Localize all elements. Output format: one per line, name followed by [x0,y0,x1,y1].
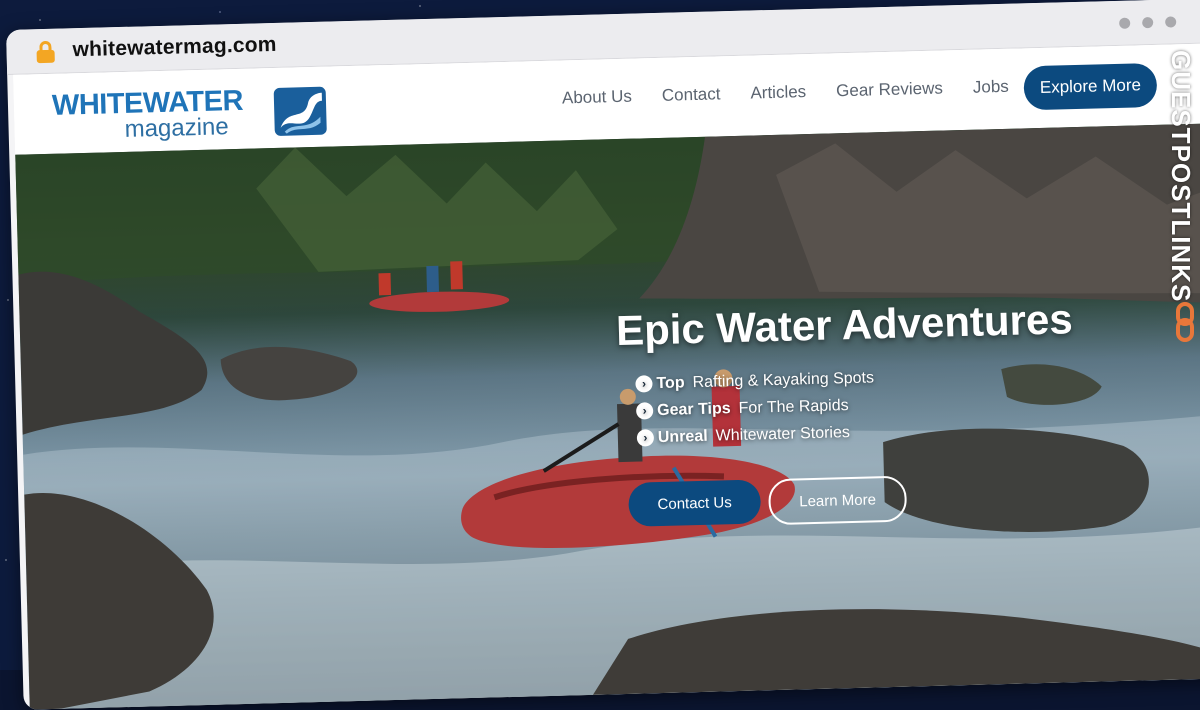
nav-contact[interactable]: Contact [662,84,721,106]
chevron-right-icon: › [636,429,655,447]
river-rafting-photo [15,123,1200,710]
site-logo[interactable]: WHITEWATER magazine [52,80,333,143]
hero-section: Epic Water Adventures › Top Rafting & Ka… [15,123,1200,710]
window-dot-icon[interactable] [1165,16,1177,28]
browser-window: whitewatermag.com WHITEWATER magazine Ab… [6,0,1200,710]
window-dot-icon[interactable] [1119,17,1131,29]
wave-logo-icon [273,86,327,136]
website: WHITEWATER magazine About Us Contact Art… [13,43,1200,710]
window-controls [1119,16,1177,29]
learn-more-button[interactable]: Learn More [768,475,908,526]
window-dot-icon[interactable] [1142,16,1154,29]
bullet-text: Whitewater Stories [715,423,851,445]
watermark-text: GUESTPOSTLINKS [1166,50,1196,303]
bullet-highlight: Gear Tips [656,399,731,419]
explore-more-button[interactable]: Explore More [1023,62,1158,111]
lock-icon [34,40,57,64]
hero-bullet-list: › Top Rafting & Kayaking Spots › Gear Ti… [635,364,876,451]
bullet-text: For The Rapids [738,396,849,417]
chevron-right-icon: › [635,402,654,420]
logo-subtitle: magazine [124,113,230,143]
bullet-highlight: Top [656,373,685,392]
watermark-badge: GUESTPOSTLINKS [1164,50,1200,350]
nav-articles[interactable]: Articles [750,82,806,103]
nav-gear-reviews[interactable]: Gear Reviews [836,78,943,101]
chain-link-icon [1176,302,1194,342]
bullet-text: Rafting & Kayaking Spots [692,368,875,391]
main-nav: About Us Contact Articles Gear Reviews J… [562,77,1009,109]
chevron-right-icon: › [635,375,653,393]
url-text[interactable]: whitewatermag.com [72,33,277,62]
contact-us-button[interactable]: Contact Us [628,479,762,527]
nav-jobs[interactable]: Jobs [973,77,1009,98]
bullet-highlight: Unreal [657,427,708,446]
nav-about-us[interactable]: About Us [562,87,632,109]
